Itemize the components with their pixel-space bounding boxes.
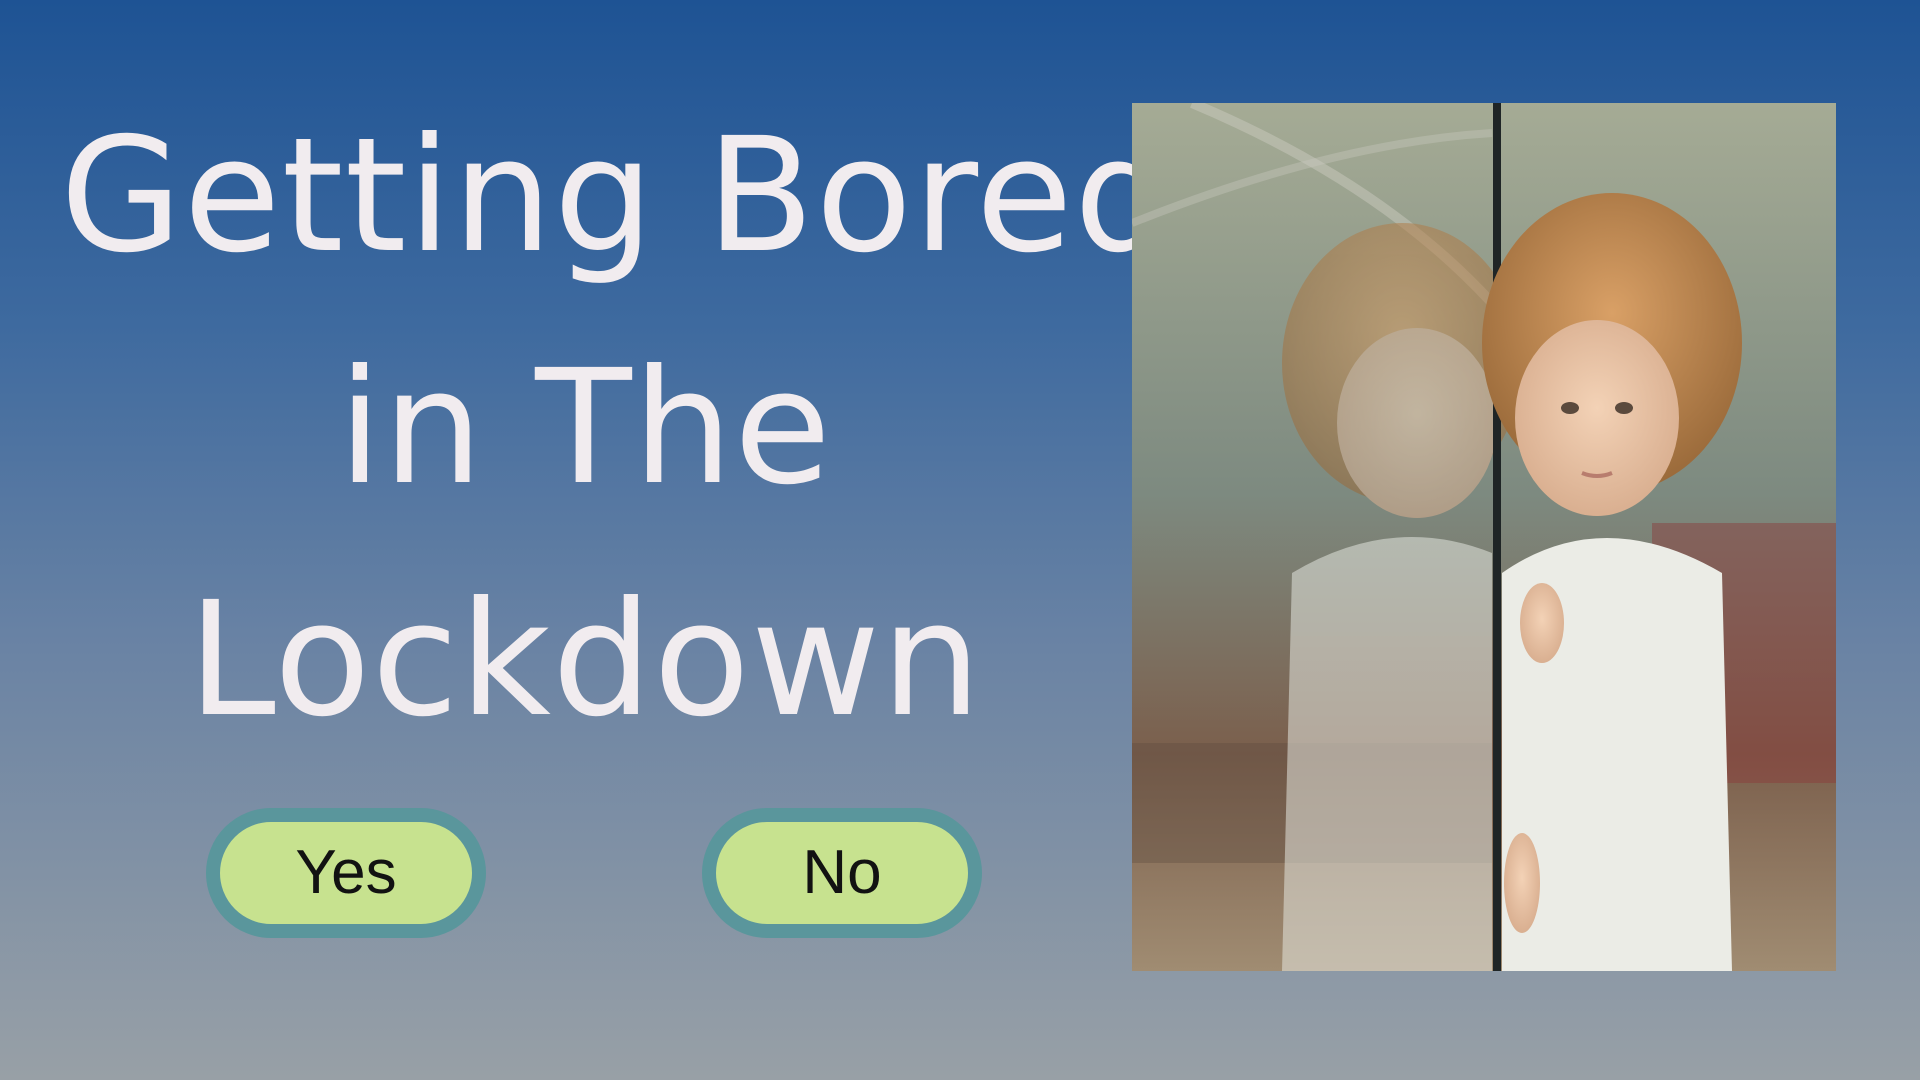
headline-line-1: Getting Bored	[60, 104, 1176, 288]
photo-illustration	[1132, 103, 1836, 971]
headline: Getting Bored in The Lockdown	[60, 80, 1176, 776]
headline-line-2: in The	[337, 336, 833, 520]
child-at-window-photo	[1132, 103, 1836, 971]
yes-button[interactable]: Yes	[206, 808, 486, 938]
no-button[interactable]: No	[702, 808, 982, 938]
headline-line-3: Lockdown	[187, 568, 983, 752]
